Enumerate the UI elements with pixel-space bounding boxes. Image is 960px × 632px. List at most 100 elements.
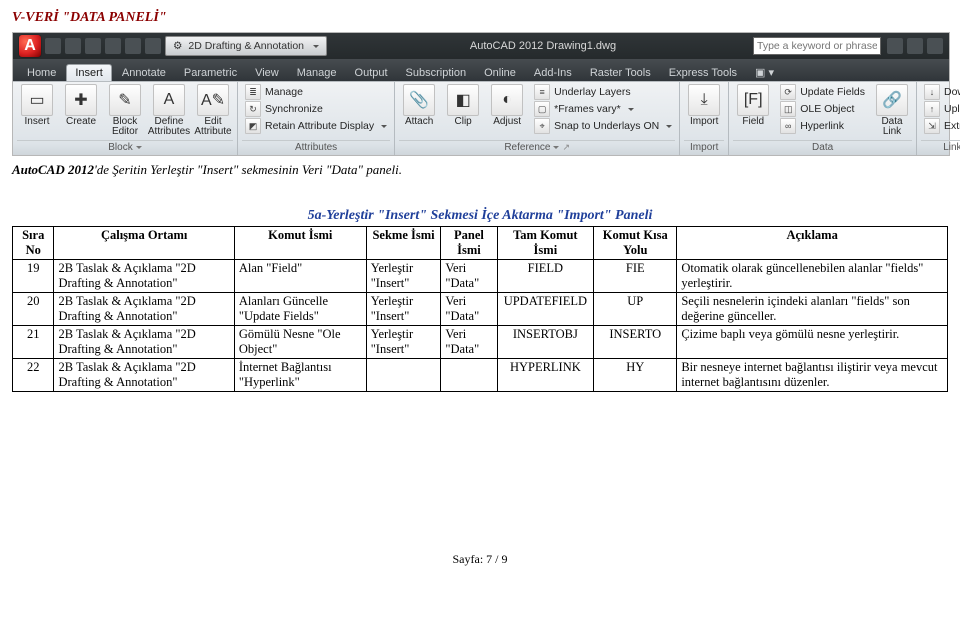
link-icon: ∞ [780,118,796,134]
edit-attr-button[interactable]: A✎Edit Attribute [193,84,233,137]
manage-icon: ≣ [245,84,261,100]
table-cell: Otomatik olarak güncellenebilen alanlar … [677,260,948,293]
section-title: V-VERİ "DATA PANELİ" [12,10,948,26]
qat-open-icon[interactable] [65,38,81,54]
block-editor-icon: ✎ [109,84,141,116]
table-cell [366,359,441,392]
data-link-icon: 🔗 [876,84,908,116]
download-source-button[interactable]: ↓Download from Source [921,84,960,100]
extract-data-button[interactable]: ⇲Extract Data [921,118,960,134]
block-editor-button[interactable]: ✎Block Editor [105,84,145,137]
table-row: 222B Taslak & Açıklama "2D Drafting & An… [13,359,948,392]
manage-button[interactable]: ≣Manage [242,84,390,100]
adjust-button[interactable]: ◐Adjust [487,84,527,127]
download-icon: ↓ [924,84,940,100]
field-button[interactable]: [F]Field [733,84,773,127]
th-no: Sıra No [13,227,54,260]
ribbon-body: ▭Insert ✚Create ✎Block Editor ADefine At… [13,81,949,155]
frames-dropdown[interactable]: ▢*Frames vary* [531,101,675,117]
table-cell: İnternet Bağlantısı "Hyperlink" [234,359,366,392]
table-row: 192B Taslak & Açıklama "2D Drafting & An… [13,260,948,293]
tab-raster[interactable]: Raster Tools [582,65,659,81]
qat-redo-icon[interactable] [125,38,141,54]
signin-icon[interactable] [887,38,903,54]
table-cell: 21 [13,326,54,359]
th-panel: Panel İsmi [441,227,497,260]
snap-underlays-dropdown[interactable]: ⌖Snap to Underlays ON [531,118,675,134]
th-komut: Komut İsmi [234,227,366,260]
ole-object-button[interactable]: ◫OLE Object [777,101,868,117]
sync-button[interactable]: ↻Synchronize [242,101,390,117]
hyperlink-button[interactable]: ∞Hyperlink [777,118,868,134]
th-kisa: Komut Kısa Yolu [594,227,677,260]
table-cell: Gömülü Nesne "Ole Object" [234,326,366,359]
extract-icon: ⇲ [924,118,940,134]
insert-icon: ▭ [21,84,53,116]
tab-express[interactable]: Express Tools [661,65,745,81]
search-input[interactable] [753,37,881,55]
help-icon[interactable] [927,38,943,54]
table-cell: Veri "Data" [441,293,497,326]
tab-insert[interactable]: Insert [66,64,112,81]
table-cell: 20 [13,293,54,326]
qat-save-icon[interactable] [85,38,101,54]
table-cell: Bir nesneye internet bağlantısı iliştiri… [677,359,948,392]
frame-icon: ▢ [534,101,550,117]
commands-table: Sıra No Çalışma Ortamı Komut İsmi Sekme … [12,226,948,392]
panel-title-reference[interactable]: Reference ↗ [399,140,675,155]
workspace-dropdown[interactable]: ⚙2D Drafting & Annotation [165,36,327,56]
panel-title-import: Import [684,140,724,155]
table-cell: Yerleştir "Insert" [366,326,441,359]
autocad-ribbon: A ⚙2D Drafting & Annotation AutoCAD 2012… [12,32,950,156]
table-cell: 22 [13,359,54,392]
help-search[interactable] [753,37,881,55]
define-attr-button[interactable]: ADefine Attributes [149,84,189,137]
underlay-layers-button[interactable]: ≡Underlay Layers [531,84,675,100]
update-fields-label: Update Fields [800,86,865,98]
retain-icon: ◩ [245,118,261,134]
data-link-button[interactable]: 🔗Data Link [872,84,912,137]
table-cell: Yerleştir "Insert" [366,293,441,326]
clip-button[interactable]: ◧Clip [443,84,483,127]
tab-view[interactable]: View [247,65,287,81]
tab-manage[interactable]: Manage [289,65,345,81]
tab-annotate[interactable]: Annotate [114,65,174,81]
table-cell: FIE [594,260,677,293]
define-attr-icon: A [153,84,185,116]
table-cell: Alan "Field" [234,260,366,293]
qat-new-icon[interactable] [45,38,61,54]
retain-attr-display-button[interactable]: ◩Retain Attribute Display [242,118,390,134]
qat-print-icon[interactable] [145,38,161,54]
tab-parametric[interactable]: Parametric [176,65,245,81]
insert-button[interactable]: ▭Insert [17,84,57,127]
th-sekme: Sekme İsmi [366,227,441,260]
underlay-label: Underlay Layers [554,86,630,98]
tab-online[interactable]: Online [476,65,524,81]
table-cell: 2B Taslak & Açıklama "2D Drafting & Anno… [54,260,234,293]
table-cell: HYPERLINK [497,359,594,392]
panel-block: ▭Insert ✚Create ✎Block Editor ADefine At… [13,82,238,155]
attach-button[interactable]: 📎Attach [399,84,439,127]
create-button[interactable]: ✚Create [61,84,101,127]
qat-undo-icon[interactable] [105,38,121,54]
tab-home[interactable]: Home [19,65,64,81]
update-fields-button[interactable]: ⟳ Update Fields [777,84,868,100]
panel-title-block[interactable]: Block [17,140,233,155]
tab-addins[interactable]: Add-Ins [526,65,580,81]
upload-icon: ↑ [924,101,940,117]
snap-label: Snap to Underlays ON [554,120,659,132]
panel-title-linking: Linking & Extraction [921,140,960,155]
import-button[interactable]: ⤓Import [684,84,724,127]
th-tam: Tam Komut İsmi [497,227,594,260]
tab-output[interactable]: Output [347,65,396,81]
data-link-label: Data Link [872,117,912,137]
tab-subscription[interactable]: Subscription [398,65,475,81]
app-menu-icon[interactable]: A [19,35,41,57]
upload-label: Upload to Source [944,103,960,115]
table-cell: FIELD [497,260,594,293]
ole-label: OLE Object [800,103,854,115]
exchange-icon[interactable] [907,38,923,54]
update-icon: ⟳ [780,84,796,100]
tab-focus[interactable]: ▣ ▾ [747,64,782,81]
upload-source-button[interactable]: ↑ Upload to Source [921,101,960,117]
